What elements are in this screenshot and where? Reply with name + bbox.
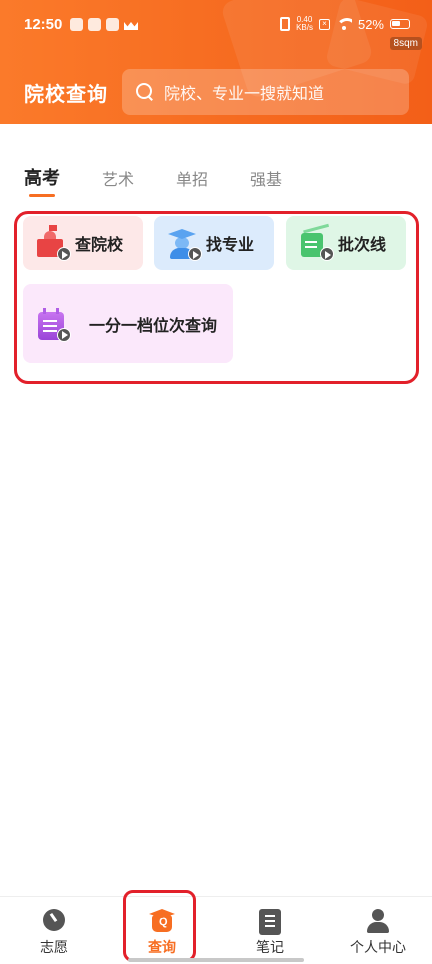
category-tabs: 高考 艺术 单招 强基 xyxy=(0,158,432,198)
battery-percent: 52% xyxy=(357,16,384,32)
volunteer-icon xyxy=(43,909,65,931)
sim-x-icon: × xyxy=(318,18,330,30)
crown-icon xyxy=(124,18,138,30)
active-tab-indicator xyxy=(29,194,55,197)
nav-label: 笔记 xyxy=(256,939,284,955)
status-indicators: 0.40 KB/s × 52% xyxy=(280,16,410,32)
home-indicator xyxy=(128,958,304,962)
battery-icon xyxy=(390,19,410,29)
bottom-nav: 志愿 查询 笔记 个人中心 xyxy=(0,896,432,964)
search-input[interactable]: 院校、专业一搜就知道 xyxy=(122,69,409,115)
nav-label: 个人中心 xyxy=(350,939,406,955)
nav-profile[interactable]: 个人中心 xyxy=(324,897,432,964)
nav-notes[interactable]: 笔记 xyxy=(216,897,324,964)
app-notification-icon xyxy=(106,18,119,31)
notes-icon xyxy=(259,909,281,935)
corner-badge: 8sqm xyxy=(389,37,422,50)
tab-single-enrollment[interactable]: 单招 xyxy=(176,166,208,190)
vibrate-icon xyxy=(280,17,291,31)
highlight-box xyxy=(14,211,419,384)
search-icon xyxy=(136,83,154,101)
tiktok-icon xyxy=(88,18,101,31)
page-title: 院校查询 xyxy=(24,84,108,106)
status-app-icons xyxy=(70,18,138,31)
nav-volunteer[interactable]: 志愿 xyxy=(0,897,108,964)
nav-label: 志愿 xyxy=(40,939,68,955)
person-icon xyxy=(365,909,391,933)
status-time: 12:50 xyxy=(24,16,63,33)
network-speed-unit: KB/s xyxy=(296,23,313,32)
network-speed: 0.40 KB/s xyxy=(296,16,313,32)
search-placeholder: 院校、专业一搜就知道 xyxy=(164,86,325,103)
tab-art[interactable]: 艺术 xyxy=(102,166,134,190)
tab-gaokao[interactable]: 高考 xyxy=(24,164,60,190)
app-notification-icon xyxy=(70,18,83,31)
wifi-icon xyxy=(335,18,352,30)
status-bar: 12:50 0.40 KB/s × 52% 8sqm xyxy=(0,0,432,52)
nav-highlight-box xyxy=(123,890,196,962)
tab-strong-foundation[interactable]: 强基 xyxy=(250,166,282,190)
header: 12:50 0.40 KB/s × 52% 8sqm 院校查询 院校、专业一搜就… xyxy=(0,0,432,124)
